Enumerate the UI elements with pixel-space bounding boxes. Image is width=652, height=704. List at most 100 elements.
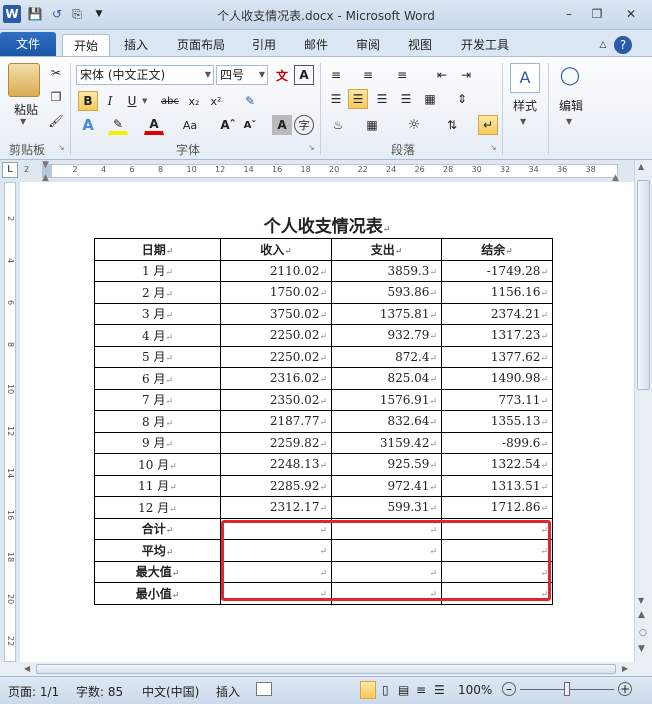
- web-layout-icon[interactable]: ▤: [398, 683, 409, 697]
- borders-icon[interactable]: ▦: [362, 115, 382, 135]
- table-cell[interactable]: 2248.13↵: [220, 453, 332, 476]
- chinese-layout-icon[interactable]: ☼: [404, 115, 424, 135]
- styles-button-label[interactable]: 样式: [506, 97, 544, 114]
- table-cell[interactable]: 2259.82↵: [220, 431, 332, 454]
- bullets-icon[interactable]: ≡: [326, 65, 346, 85]
- zoom-level[interactable]: 100%: [458, 683, 492, 697]
- table-cell[interactable]: 4 月↵: [94, 324, 221, 347]
- align-left-icon[interactable]: ☰: [326, 89, 346, 109]
- table-cell[interactable]: 3859.3↵: [331, 259, 442, 282]
- minimize-button[interactable]: –: [556, 4, 582, 24]
- table-cell[interactable]: 1355.13↵: [441, 410, 553, 433]
- zoom-slider-thumb[interactable]: [564, 682, 570, 696]
- tab-review[interactable]: 审阅: [348, 34, 388, 56]
- table-cell[interactable]: 6 月↵: [94, 367, 221, 390]
- font-name-dropdown-icon[interactable]: ▼: [205, 66, 211, 84]
- table-cell[interactable]: 1317.23↵: [441, 324, 553, 347]
- table-cell[interactable]: 7 月↵: [94, 388, 221, 411]
- font-name-combo[interactable]: 宋体 (中文正文) ▼: [76, 65, 214, 85]
- table-cell[interactable]: 2350.02↵: [220, 388, 332, 411]
- tab-references[interactable]: 引用: [244, 34, 284, 56]
- copy-icon[interactable]: ❐: [46, 87, 66, 107]
- paste-dropdown-icon[interactable]: ▼: [20, 117, 26, 126]
- table-cell[interactable]: 3750.02↵: [220, 302, 332, 325]
- horizontal-scroll-thumb[interactable]: [36, 664, 616, 674]
- summary-label-cell[interactable]: 最小值↵: [94, 582, 221, 605]
- justify-icon[interactable]: ☰: [396, 89, 416, 109]
- strikethrough-button[interactable]: abc: [160, 91, 180, 111]
- editing-dropdown-icon[interactable]: ▼: [566, 117, 572, 126]
- outline-view-icon[interactable]: ≡: [416, 683, 426, 697]
- scroll-down-icon[interactable]: ▼: [638, 596, 644, 605]
- table-cell[interactable]: 872.4↵: [331, 345, 442, 368]
- tab-view[interactable]: 视图: [400, 34, 440, 56]
- table-cell[interactable]: 2 月↵: [94, 281, 221, 304]
- font-size-combo[interactable]: 四号 ▼: [216, 65, 268, 85]
- table-cell[interactable]: 2285.92↵: [220, 474, 332, 497]
- font-size-dropdown-icon[interactable]: ▼: [259, 66, 265, 84]
- shrink-font-icon[interactable]: Aˇ: [240, 115, 260, 135]
- table-cell[interactable]: 3 月↵: [94, 302, 221, 325]
- table-cell[interactable]: 2187.77↵: [220, 410, 332, 433]
- table-cell[interactable]: 3159.42↵: [331, 431, 442, 454]
- scroll-up-icon[interactable]: ▲: [638, 162, 644, 171]
- tab-developer[interactable]: 开发工具: [452, 34, 518, 56]
- sort-icon[interactable]: ⇅: [442, 115, 462, 135]
- align-right-icon[interactable]: ☰: [372, 89, 392, 109]
- scroll-thumb[interactable]: [637, 180, 650, 390]
- multilevel-list-icon[interactable]: ≡: [392, 65, 412, 85]
- table-cell[interactable]: 1156.16↵: [441, 281, 553, 304]
- table-cell[interactable]: 1377.62↵: [441, 345, 553, 368]
- tab-home[interactable]: 开始: [62, 34, 110, 56]
- horizontal-scrollbar[interactable]: ◀ ▶: [0, 662, 652, 676]
- table-cell[interactable]: 2316.02↵: [220, 367, 332, 390]
- table-cell[interactable]: 832.64↵: [331, 410, 442, 433]
- table-cell[interactable]: 825.04↵: [331, 367, 442, 390]
- table-cell[interactable]: 11 月↵: [94, 474, 221, 497]
- tab-page-layout[interactable]: 页面布局: [168, 34, 234, 56]
- underline-dropdown-icon[interactable]: ▼: [142, 97, 147, 105]
- clipboard-dialog-launcher-icon[interactable]: ↘: [58, 143, 65, 152]
- clear-formatting-icon[interactable]: ✎: [240, 91, 260, 111]
- font-color-icon[interactable]: A: [144, 115, 164, 135]
- character-border-icon[interactable]: A: [294, 65, 314, 85]
- help-icon[interactable]: ?: [614, 36, 632, 54]
- first-line-indent-marker-icon[interactable]: ▼: [42, 160, 49, 170]
- table-cell[interactable]: 9 月↵: [94, 431, 221, 454]
- select-browse-object-icon[interactable]: ○: [639, 628, 647, 638]
- status-page[interactable]: 页面: 1/1: [8, 683, 59, 700]
- table-cell[interactable]: 1313.51↵: [441, 474, 553, 497]
- subscript-button[interactable]: x₂: [184, 91, 204, 111]
- shading-icon[interactable]: ♨: [328, 115, 348, 135]
- styles-icon[interactable]: A: [510, 63, 540, 93]
- align-center-icon[interactable]: ☰: [348, 89, 368, 109]
- scroll-left-icon[interactable]: ◀: [24, 664, 30, 673]
- editing-button-label[interactable]: 编辑: [552, 97, 590, 114]
- grow-font-icon[interactable]: Aˆ: [218, 115, 238, 135]
- underline-button[interactable]: U: [122, 91, 142, 111]
- print-layout-view-icon[interactable]: [360, 681, 376, 699]
- superscript-button[interactable]: x²: [206, 91, 226, 111]
- summary-label-cell[interactable]: 合计↵: [94, 517, 221, 540]
- table-cell[interactable]: 972.41↵: [331, 474, 442, 497]
- tab-mailings[interactable]: 邮件: [296, 34, 336, 56]
- vertical-scrollbar[interactable]: ▲ ▼ ▲ ○ ▼: [634, 160, 652, 662]
- paste-icon[interactable]: [8, 63, 40, 97]
- table-cell[interactable]: 1750.02↵: [220, 281, 332, 304]
- table-cell[interactable]: 2250.02↵: [220, 324, 332, 347]
- table-cell[interactable]: 5 月↵: [94, 345, 221, 368]
- status-word-count[interactable]: 字数: 85: [76, 683, 123, 700]
- next-page-icon[interactable]: ▼: [638, 644, 645, 654]
- paragraph-dialog-launcher-icon[interactable]: ↘: [490, 143, 497, 152]
- tab-file[interactable]: 文件: [0, 32, 56, 56]
- table-cell[interactable]: 1 月↵: [94, 259, 221, 282]
- table-cell[interactable]: 773.11↵: [441, 388, 553, 411]
- table-cell[interactable]: 599.31↵: [331, 496, 442, 519]
- italic-button[interactable]: I: [100, 91, 120, 111]
- table-cell[interactable]: 12 月↵: [94, 496, 221, 519]
- text-highlight-icon[interactable]: ✎: [108, 115, 128, 135]
- table-cell[interactable]: 2250.02↵: [220, 345, 332, 368]
- increase-indent-icon[interactable]: ⇥: [456, 65, 476, 85]
- numbering-icon[interactable]: ≡: [358, 65, 378, 85]
- table-cell[interactable]: 1490.98↵: [441, 367, 553, 390]
